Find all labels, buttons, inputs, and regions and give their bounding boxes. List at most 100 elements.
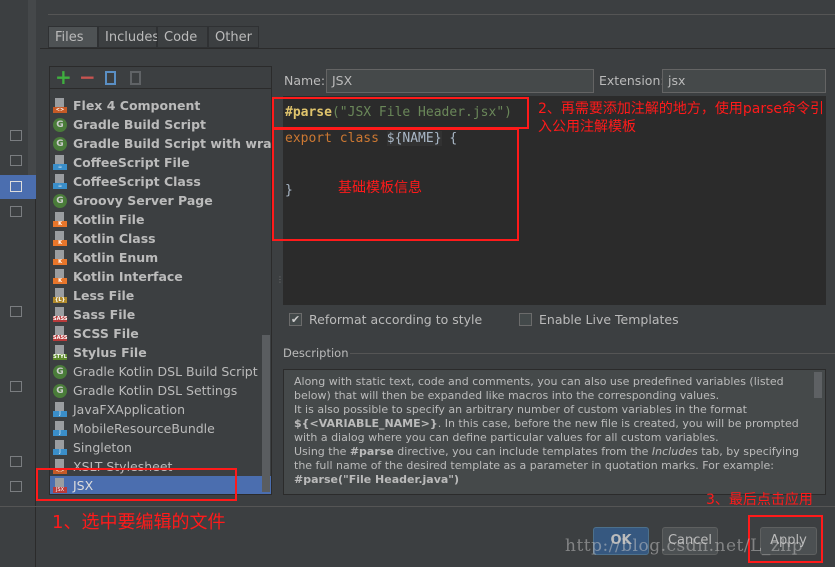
splitter-handle[interactable]: ⋮	[276, 275, 284, 284]
settings-page-icon[interactable]	[10, 481, 22, 492]
description-text: Along with static text, code and comment…	[294, 375, 784, 402]
file-type-icon: J	[53, 402, 67, 417]
template-list-item[interactable]: K Kotlin File	[50, 210, 271, 229]
file-type-icon: J	[53, 440, 67, 455]
template-label: Sass File	[73, 307, 136, 322]
description-text: Includes	[651, 445, 698, 458]
reset-icon[interactable]	[130, 71, 141, 85]
template-label: Groovy Server Page	[73, 193, 213, 208]
template-list-item[interactable]: G Gradle Build Script	[50, 115, 271, 134]
watermark: http://blog.csdn.net/L_zhp	[565, 536, 804, 556]
divider	[48, 14, 835, 15]
left-strip-scrollbar[interactable]	[28, 0, 36, 175]
extension-label: Extension:	[599, 73, 665, 88]
tab-includes[interactable]: Includes	[98, 26, 159, 48]
live-templates-label: Enable Live Templates	[539, 312, 679, 327]
description-text: Using the	[294, 445, 350, 458]
description-code: #parse	[349, 445, 394, 458]
name-label: Name:	[284, 73, 326, 88]
file-type-icon: STYL	[53, 345, 67, 360]
description-box: Along with static text, code and comment…	[283, 369, 826, 495]
template-label: CoffeeScript File	[73, 155, 190, 170]
annotation-apply: 3、最后点击应用	[706, 492, 813, 508]
template-list-item[interactable]: SASS Sass File	[50, 305, 271, 324]
template-list-item[interactable]: SASS SCSS File	[50, 324, 271, 343]
gradle-icon: G	[53, 136, 67, 151]
tab-code[interactable]: Code	[157, 26, 208, 48]
settings-page-icon[interactable]	[10, 181, 22, 192]
template-list-item[interactable]: ☕ CoffeeScript Class	[50, 172, 271, 191]
template-label: Gradle Kotlin DSL Build Script	[73, 364, 258, 379]
extension-input[interactable]: jsx	[662, 69, 826, 93]
file-type-icon: SASS	[53, 326, 67, 341]
annotation-box-jsx	[36, 468, 237, 501]
settings-page-icon[interactable]	[10, 130, 22, 141]
divider	[350, 353, 835, 354]
settings-page-icon[interactable]	[10, 206, 22, 217]
template-label: Kotlin File	[73, 212, 145, 227]
file-type-icon: K	[53, 231, 67, 246]
description-scrollbar[interactable]	[814, 372, 822, 398]
file-type-icon: K	[53, 212, 67, 227]
template-list-item[interactable]: G Gradle Build Script with wrapper	[50, 134, 271, 153]
template-list-item[interactable]: K Kotlin Class	[50, 229, 271, 248]
template-list-item[interactable]: K Kotlin Enum	[50, 248, 271, 267]
file-type-icon: K	[53, 269, 67, 284]
annotation-box-parse	[272, 97, 529, 129]
settings-page-icon[interactable]	[10, 155, 22, 166]
template-list-item[interactable]: G Gradle Kotlin DSL Build Script	[50, 362, 271, 381]
file-type-icon: SASS	[53, 307, 67, 322]
template-list-item[interactable]: {L} Less File	[50, 286, 271, 305]
settings-page-icon[interactable]	[10, 456, 22, 467]
template-list-item[interactable]: G Gradle Kotlin DSL Settings	[50, 381, 271, 400]
gradle-icon: G	[53, 364, 67, 379]
template-label: Gradle Build Script	[73, 117, 207, 132]
file-type-icon: <>	[53, 98, 67, 113]
reformat-checkbox[interactable]: ✔	[289, 313, 302, 326]
file-type-icon: ☕	[53, 174, 67, 189]
template-label: Less File	[73, 288, 135, 303]
description-code: ${<VARIABLE_NAME>}	[294, 417, 438, 430]
live-templates-checkbox[interactable]	[519, 313, 532, 326]
template-list-item[interactable]: STYL Stylus File	[50, 343, 271, 362]
template-list-item[interactable]: J Singleton	[50, 438, 271, 457]
template-list-item[interactable]: K Kotlin Interface	[50, 267, 271, 286]
file-type-icon: ☕	[53, 155, 67, 170]
tab-files[interactable]: Files	[48, 26, 98, 48]
template-label: JavaFXApplication	[73, 402, 185, 417]
list-scrollbar[interactable]	[262, 335, 270, 492]
template-list-item[interactable]: <> Flex 4 Component	[50, 96, 271, 115]
description-text: directive, you can include templates fro…	[393, 445, 652, 458]
description-title: Description	[283, 346, 349, 360]
template-list-item[interactable]: J MobileResourceBundle	[50, 419, 271, 438]
description-text: It is also possible to specify an arbitr…	[294, 403, 747, 416]
template-label: Flex 4 Component	[73, 98, 201, 113]
add-icon[interactable]: +	[55, 67, 72, 89]
template-label: Kotlin Interface	[73, 269, 183, 284]
gradle-icon: G	[53, 193, 67, 208]
template-label: Gradle Kotlin DSL Settings	[73, 383, 238, 398]
settings-page-icon[interactable]	[10, 306, 22, 317]
list-toolbar: + −	[50, 67, 271, 89]
template-list-item[interactable]: ☕ CoffeeScript File	[50, 153, 271, 172]
annotation-select-file: 1、选中要编辑的文件	[52, 512, 226, 533]
template-label: SCSS File	[73, 326, 139, 341]
name-input[interactable]: JSX	[326, 69, 594, 93]
description-code: #parse("File Header.java")	[294, 473, 460, 486]
gradle-icon: G	[53, 383, 67, 398]
template-label: CoffeeScript Class	[73, 174, 201, 189]
template-list-item[interactable]: J JavaFXApplication	[50, 400, 271, 419]
remove-icon[interactable]: −	[79, 67, 96, 89]
file-type-icon: K	[53, 250, 67, 265]
copy-icon[interactable]	[105, 71, 116, 85]
template-label: Kotlin Enum	[73, 250, 159, 265]
template-label: MobileResourceBundle	[73, 421, 215, 436]
gradle-icon: G	[53, 117, 67, 132]
template-label: Kotlin Class	[73, 231, 156, 246]
file-type-icon: {L}	[53, 288, 67, 303]
settings-page-icon[interactable]	[10, 381, 22, 392]
template-list[interactable]: + − <> Flex 4 Component G Gradle Build Scri…	[49, 66, 272, 495]
template-list-item[interactable]: G Groovy Server Page	[50, 191, 271, 210]
tab-other[interactable]: Other	[208, 26, 259, 48]
reformat-label: Reformat according to style	[309, 312, 483, 327]
